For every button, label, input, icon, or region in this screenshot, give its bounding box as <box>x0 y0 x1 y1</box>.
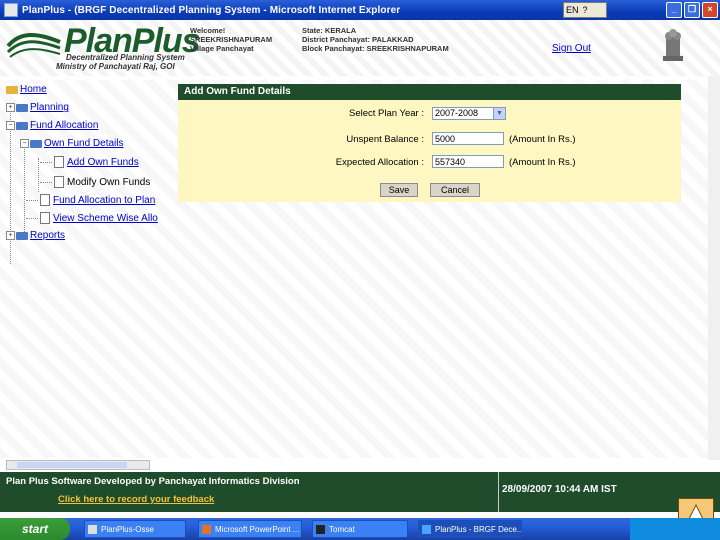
folder-icon <box>88 525 97 534</box>
national-emblem-icon <box>663 29 683 61</box>
plan-year-select[interactable]: 2007-2008 ▼ <box>432 107 506 120</box>
tree-item-planning[interactable]: + Planning <box>6 102 69 113</box>
language-indicator[interactable]: EN? <box>563 2 607 18</box>
footer-credit: Plan Plus Software Developed by Panchaya… <box>6 476 300 487</box>
language-code: EN <box>566 5 579 15</box>
expected-allocation-input[interactable]: 557340 <box>432 155 504 168</box>
welcome-block: Welcome! SREEKRISHNAPURAM Village Pancha… <box>190 26 272 53</box>
ie-icon <box>422 525 431 534</box>
expand-icon[interactable]: + <box>6 231 15 240</box>
powerpoint-icon <box>202 525 211 534</box>
district-text: District Panchayat: PALAKKAD <box>302 35 414 44</box>
start-button[interactable]: start <box>0 518 70 540</box>
system-tray <box>630 518 720 540</box>
document-icon <box>54 176 64 188</box>
unspent-balance-input[interactable]: 5000 <box>432 132 504 145</box>
location-block: State: KERALA District Panchayat: PALAKK… <box>302 26 449 53</box>
tree-item-fund-allocation[interactable]: − Fund Allocation <box>6 120 98 131</box>
expected-allocation-label: Expected Allocation : <box>335 157 424 168</box>
tree-label[interactable]: Modify Own Funds <box>67 177 150 188</box>
amount-hint: (Amount In Rs.) <box>509 157 576 168</box>
tree-label[interactable]: Planning <box>30 102 69 113</box>
console-icon <box>316 525 325 534</box>
tree-label[interactable]: Fund Allocation <box>30 120 98 131</box>
welcome-type: Village Panchayat <box>190 44 254 53</box>
save-button[interactable]: Save <box>380 183 418 197</box>
tree-item-add-own-funds[interactable]: Add Own Funds <box>40 156 139 168</box>
dropdown-arrow-icon[interactable]: ▼ <box>493 108 505 119</box>
taskbar-item[interactable]: PlanPlus - BRGF Dece... <box>418 520 522 538</box>
tree-label[interactable]: Fund Allocation to Plan <box>53 195 155 206</box>
state-text: State: KERALA <box>302 26 357 35</box>
welcome-name: SREEKRISHNAPURAM <box>190 35 273 44</box>
tree-label[interactable]: Reports <box>30 230 65 241</box>
folder-icon <box>16 121 28 130</box>
folder-icon <box>16 103 28 112</box>
tree-label[interactable]: Own Fund Details <box>44 138 123 149</box>
tree-item-own-fund-details[interactable]: − Own Fund Details <box>20 138 123 149</box>
tree-item-view-scheme-wise[interactable]: View Scheme Wise Allo <box>26 212 158 224</box>
tree-label[interactable]: Add Own Funds <box>67 157 139 168</box>
tree-item-fund-allocation-to-plan[interactable]: Fund Allocation to Plan <box>26 194 155 206</box>
feedback-link[interactable]: Click here to record your feedback <box>58 494 214 505</box>
add-own-fund-panel: Add Own Fund Details Select Plan Year : … <box>178 84 681 202</box>
scroll-thumb[interactable] <box>17 462 127 468</box>
footer-datetime: 28/09/2007 10:44 AM IST <box>502 484 617 495</box>
horizontal-scrollbar[interactable] <box>6 460 150 470</box>
folder-icon <box>16 231 28 240</box>
help-icon[interactable]: ? <box>581 5 590 15</box>
tree-item-modify-own-funds[interactable]: Modify Own Funds <box>40 176 150 188</box>
plan-year-value: 2007-2008 <box>435 108 479 118</box>
tree-label[interactable]: View Scheme Wise Allo <box>53 213 158 224</box>
logo-subtitle: Decentralized Planning System <box>66 53 185 62</box>
expand-icon[interactable]: + <box>6 103 15 112</box>
window-title: PlanPlus - (BRGF Decentralized Planning … <box>22 4 401 16</box>
folder-icon <box>30 139 42 148</box>
close-button[interactable]: × <box>702 2 718 18</box>
plan-year-label: Select Plan Year : <box>349 108 424 119</box>
cancel-button[interactable]: Cancel <box>430 183 480 197</box>
window-controls: _ ❐ × <box>666 2 718 18</box>
tree-item-home[interactable]: Home <box>6 84 47 95</box>
taskbar-item[interactable]: Tomcat <box>312 520 408 538</box>
document-icon <box>40 194 50 206</box>
tree-label[interactable]: Home <box>20 84 47 95</box>
ie-icon <box>4 3 18 17</box>
vertical-scrollbar[interactable] <box>708 76 720 460</box>
collapse-icon[interactable]: − <box>20 139 29 148</box>
document-icon <box>40 212 50 224</box>
taskbar-item[interactable]: PlanPlus-Osse <box>84 520 186 538</box>
tree-item-reports[interactable]: + Reports <box>6 230 65 241</box>
welcome-label: Welcome! <box>190 26 226 35</box>
block-text: Block Panchayat: SREEKRISHNAPURAM <box>302 44 449 53</box>
taskbar-item[interactable]: Microsoft PowerPoint ... <box>198 520 302 538</box>
document-icon <box>54 156 64 168</box>
amount-hint: (Amount In Rs.) <box>509 134 576 145</box>
logo-ministry: Ministry of Panchayati Raj, GOI <box>56 62 175 71</box>
logo-swoosh-icon <box>6 33 61 58</box>
home-icon <box>6 85 18 94</box>
sign-out-link[interactable]: Sign Out <box>552 43 591 54</box>
collapse-icon[interactable]: − <box>6 121 15 130</box>
panel-heading: Add Own Fund Details <box>178 84 681 100</box>
minimize-button[interactable]: _ <box>666 2 682 18</box>
restore-button[interactable]: ❐ <box>684 2 700 18</box>
title-bar: PlanPlus - (BRGF Decentralized Planning … <box>0 0 720 20</box>
unspent-balance-label: Unspent Balance : <box>346 134 424 145</box>
